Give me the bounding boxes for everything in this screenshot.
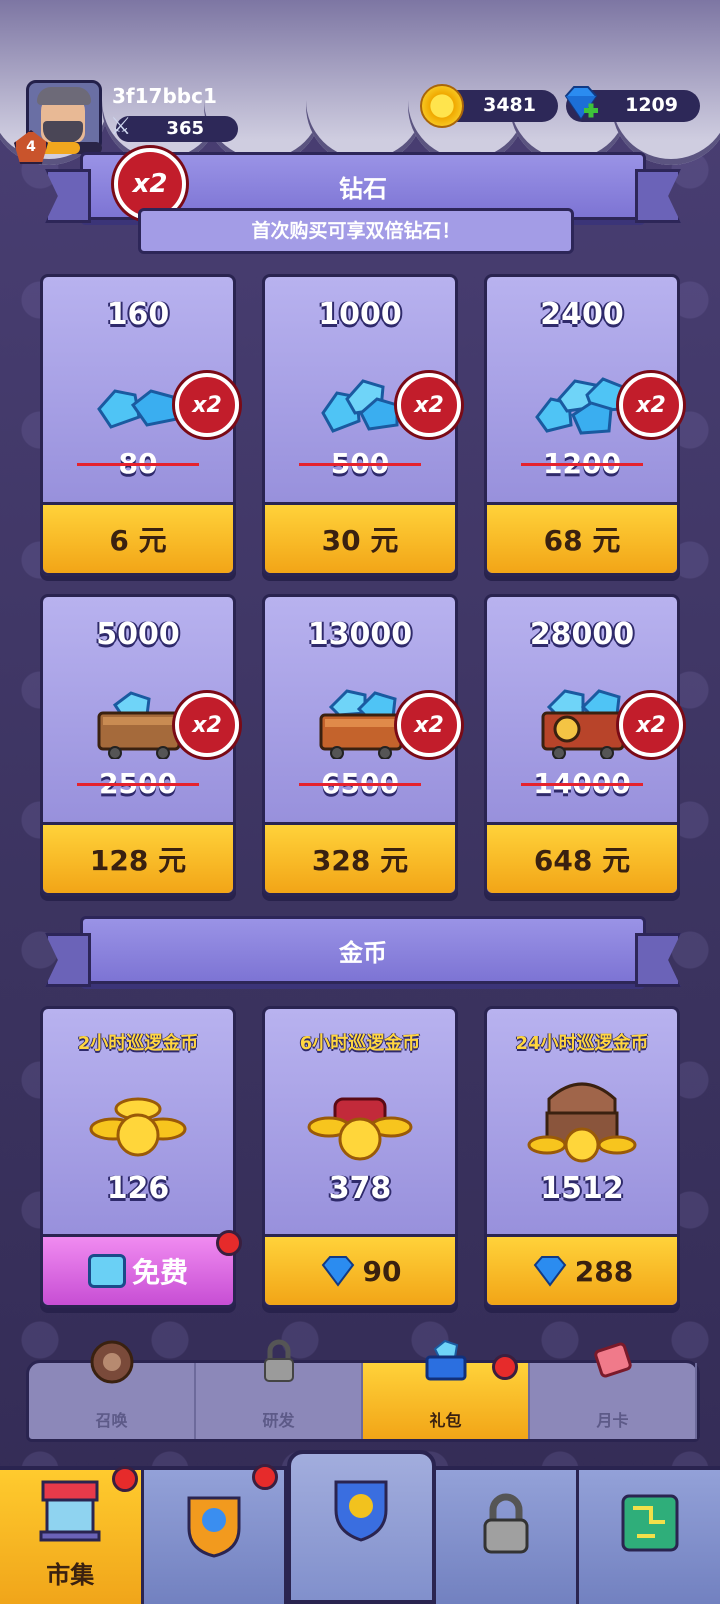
- summon-icon: [90, 1340, 133, 1384]
- coin-icon: [420, 84, 464, 128]
- free-claim-button[interactable]: 免费: [43, 1234, 233, 1305]
- buy-with-gems-button[interactable]: 90: [265, 1234, 455, 1305]
- promo-text: 首次购买可享双倍钻石！: [138, 208, 574, 254]
- strikethrough: [77, 463, 199, 466]
- buy-button[interactable]: 68 元: [487, 502, 677, 573]
- notification-dot: [252, 1464, 278, 1490]
- gold-section-title: 金币: [339, 939, 387, 967]
- gem-icon: [321, 1256, 354, 1287]
- nav-heroes[interactable]: [143, 1470, 288, 1604]
- shop-awning: [0, 0, 720, 165]
- bottom-nav: 市集: [0, 1450, 720, 1604]
- gem-pack-card[interactable]: 13000 x2 6500 328 元: [262, 594, 461, 896]
- gem-pack-card[interactable]: 2400 x2 1200 68 元: [484, 274, 683, 576]
- combat-power: ⚔ 365: [110, 112, 238, 142]
- gold-pack-card[interactable]: 24小时巡逻金币 1512 288: [484, 1006, 680, 1308]
- gem-pack-card[interactable]: 28000 x2 14000 648 元: [484, 594, 683, 896]
- gem-cart-icon: [97, 691, 181, 759]
- basket-icon: [425, 1339, 466, 1381]
- buy-button[interactable]: 30 元: [265, 502, 455, 573]
- double-badge: x2: [175, 373, 239, 437]
- notification-dot: [112, 1466, 138, 1492]
- strikethrough: [299, 783, 421, 786]
- gem-pile-icon: [321, 379, 399, 433]
- circuit-icon: [621, 1494, 679, 1552]
- buy-button[interactable]: 6 元: [43, 502, 233, 573]
- tab-monthly-card[interactable]: 月卡: [530, 1342, 697, 1439]
- nav-locked[interactable]: [435, 1470, 580, 1604]
- double-badge: x2: [619, 373, 683, 437]
- strikethrough: [521, 463, 643, 466]
- notification-dot: [216, 1230, 242, 1256]
- gold-pack-card[interactable]: 6小时巡逻金币 378 90: [262, 1006, 458, 1308]
- shop-sub-tabs: 召唤 研发 礼包 月卡: [26, 1339, 700, 1442]
- strikethrough: [521, 783, 643, 786]
- shop-icon: [39, 1480, 101, 1542]
- tab-research[interactable]: 研发: [196, 1339, 363, 1439]
- gem-pack-card[interactable]: 1000 x2 500 30 元: [262, 274, 461, 576]
- buy-button[interactable]: 128 元: [43, 822, 233, 893]
- gem-cart-icon: [541, 689, 625, 759]
- lock-icon: [483, 1493, 529, 1554]
- lock-icon: [263, 1339, 294, 1382]
- double-badge: x2: [175, 693, 239, 757]
- strikethrough: [299, 463, 421, 466]
- buy-button[interactable]: 328 元: [265, 822, 455, 893]
- tab-summon[interactable]: 召唤: [29, 1340, 196, 1439]
- double-badge: x2: [397, 693, 461, 757]
- double-badge: x2: [397, 373, 461, 437]
- coin-bag-icon: [307, 1097, 413, 1161]
- gold-counter[interactable]: 3481: [420, 84, 558, 128]
- strikethrough: [77, 783, 199, 786]
- swords-icon: ⚔: [110, 112, 132, 140]
- card-icon: [593, 1342, 632, 1378]
- shield-icon: [334, 1480, 388, 1542]
- gold-section-banner: 金币: [45, 916, 681, 987]
- player-name: 3f17bbc1: [112, 84, 217, 108]
- notification-dot: [492, 1354, 518, 1380]
- gem-pile-icon: [97, 389, 179, 429]
- gem-cart-icon: [319, 689, 403, 759]
- gem-plus-icon: [564, 86, 598, 120]
- gem-pack-card[interactable]: 5000 x2 2500 128 元: [40, 594, 239, 896]
- coin-pile-icon: [89, 1097, 187, 1157]
- double-badge: x2: [619, 693, 683, 757]
- gem-counter[interactable]: 1209: [564, 86, 700, 122]
- buy-button[interactable]: 648 元: [487, 822, 677, 893]
- gem-pack-card[interactable]: 160 x2 80 6 元: [40, 274, 239, 576]
- treasure-chest-icon: [527, 1082, 637, 1163]
- buy-with-gems-button[interactable]: 288: [487, 1234, 677, 1305]
- nav-tech[interactable]: [579, 1470, 720, 1604]
- video-icon: [87, 1254, 126, 1288]
- nav-battle[interactable]: [287, 1450, 436, 1604]
- gold-pack-card[interactable]: 2小时巡逻金币 126 免费: [40, 1006, 236, 1308]
- hero-icon: [187, 1496, 241, 1558]
- gem-pile-icon: [535, 377, 625, 435]
- gem-icon: [533, 1256, 567, 1287]
